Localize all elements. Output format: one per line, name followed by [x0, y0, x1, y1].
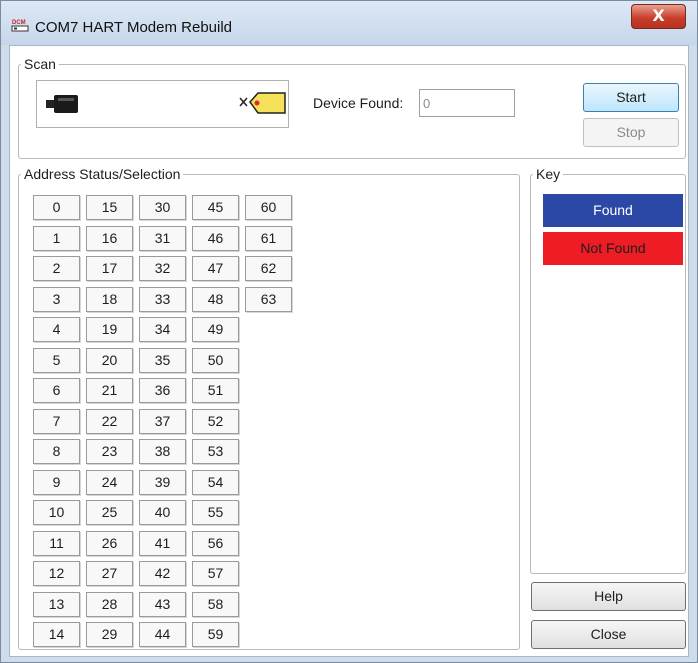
- scan-animation: [36, 80, 289, 128]
- address-button-22[interactable]: 22: [86, 409, 133, 434]
- address-button-58[interactable]: 58: [192, 592, 239, 617]
- device-found-label: Device Found:: [313, 95, 404, 111]
- svg-text:DCM: DCM: [12, 20, 26, 26]
- address-button-49[interactable]: 49: [192, 317, 239, 342]
- address-button-43[interactable]: 43: [139, 592, 186, 617]
- device-found-field: 0: [419, 89, 515, 117]
- address-button-46[interactable]: 46: [192, 226, 239, 251]
- address-button-30[interactable]: 30: [139, 195, 186, 220]
- address-button-19[interactable]: 19: [86, 317, 133, 342]
- address-button-37[interactable]: 37: [139, 409, 186, 434]
- start-button[interactable]: Start: [583, 83, 679, 112]
- address-button-25[interactable]: 25: [86, 500, 133, 525]
- address-button-32[interactable]: 32: [139, 256, 186, 281]
- address-button-53[interactable]: 53: [192, 439, 239, 464]
- address-button-12[interactable]: 12: [33, 561, 80, 586]
- dcm-modem-icon: DCM: [11, 20, 29, 32]
- hart-modem-icon: [46, 95, 78, 113]
- window-title: COM7 HART Modem Rebuild: [35, 19, 233, 36]
- address-button-2[interactable]: 2: [33, 256, 80, 281]
- address-button-31[interactable]: 31: [139, 226, 186, 251]
- address-button-10[interactable]: 10: [33, 500, 80, 525]
- address-button-9[interactable]: 9: [33, 470, 80, 495]
- address-button-27[interactable]: 27: [86, 561, 133, 586]
- address-button-42[interactable]: 42: [139, 561, 186, 586]
- address-button-35[interactable]: 35: [139, 348, 186, 373]
- address-button-16[interactable]: 16: [86, 226, 133, 251]
- address-button-56[interactable]: 56: [192, 531, 239, 556]
- key-group: Key: [530, 166, 686, 574]
- address-button-63[interactable]: 63: [245, 287, 292, 312]
- address-button-62[interactable]: 62: [245, 256, 292, 281]
- address-button-48[interactable]: 48: [192, 287, 239, 312]
- address-button-34[interactable]: 34: [139, 317, 186, 342]
- title-bar[interactable]: DCM COM7 HART Modem Rebuild X: [1, 1, 697, 45]
- key-legend: Key: [536, 166, 561, 182]
- address-button-7[interactable]: 7: [33, 409, 80, 434]
- address-button-8[interactable]: 8: [33, 439, 80, 464]
- scan-legend: Scan: [24, 56, 56, 72]
- window-close-button[interactable]: X: [631, 4, 686, 29]
- address-button-39[interactable]: 39: [139, 470, 186, 495]
- address-button-4[interactable]: 4: [33, 317, 80, 342]
- close-button[interactable]: Close: [531, 620, 686, 649]
- address-button-18[interactable]: 18: [86, 287, 133, 312]
- address-button-50[interactable]: 50: [192, 348, 239, 373]
- key-not-found-swatch: Not Found: [543, 232, 683, 265]
- address-button-11[interactable]: 11: [33, 531, 80, 556]
- address-button-20[interactable]: 20: [86, 348, 133, 373]
- address-button-38[interactable]: 38: [139, 439, 186, 464]
- address-button-13[interactable]: 13: [33, 592, 80, 617]
- address-button-44[interactable]: 44: [139, 622, 186, 647]
- address-button-21[interactable]: 21: [86, 378, 133, 403]
- address-button-61[interactable]: 61: [245, 226, 292, 251]
- address-legend: Address Status/Selection: [24, 166, 181, 182]
- address-button-15[interactable]: 15: [86, 195, 133, 220]
- key-found-swatch: Found: [543, 194, 683, 227]
- address-button-6[interactable]: 6: [33, 378, 80, 403]
- address-button-60[interactable]: 60: [245, 195, 292, 220]
- address-button-24[interactable]: 24: [86, 470, 133, 495]
- address-button-54[interactable]: 54: [192, 470, 239, 495]
- address-button-47[interactable]: 47: [192, 256, 239, 281]
- address-button-29[interactable]: 29: [86, 622, 133, 647]
- address-button-5[interactable]: 5: [33, 348, 80, 373]
- address-button-23[interactable]: 23: [86, 439, 133, 464]
- address-button-45[interactable]: 45: [192, 195, 239, 220]
- stop-button[interactable]: Stop: [583, 118, 679, 147]
- address-button-55[interactable]: 55: [192, 500, 239, 525]
- modem-to-device-graphic: [46, 92, 286, 114]
- address-button-40[interactable]: 40: [139, 500, 186, 525]
- address-button-33[interactable]: 33: [139, 287, 186, 312]
- address-button-52[interactable]: 52: [192, 409, 239, 434]
- address-button-3[interactable]: 3: [33, 287, 80, 312]
- address-button-17[interactable]: 17: [86, 256, 133, 281]
- address-button-57[interactable]: 57: [192, 561, 239, 586]
- address-button-51[interactable]: 51: [192, 378, 239, 403]
- address-button-59[interactable]: 59: [192, 622, 239, 647]
- address-button-41[interactable]: 41: [139, 531, 186, 556]
- field-device-tag-icon: [239, 92, 286, 114]
- help-button[interactable]: Help: [531, 582, 686, 611]
- address-button-26[interactable]: 26: [86, 531, 133, 556]
- address-button-14[interactable]: 14: [33, 622, 80, 647]
- address-button-36[interactable]: 36: [139, 378, 186, 403]
- address-button-1[interactable]: 1: [33, 226, 80, 251]
- address-button-0[interactable]: 0: [33, 195, 80, 220]
- address-button-28[interactable]: 28: [86, 592, 133, 617]
